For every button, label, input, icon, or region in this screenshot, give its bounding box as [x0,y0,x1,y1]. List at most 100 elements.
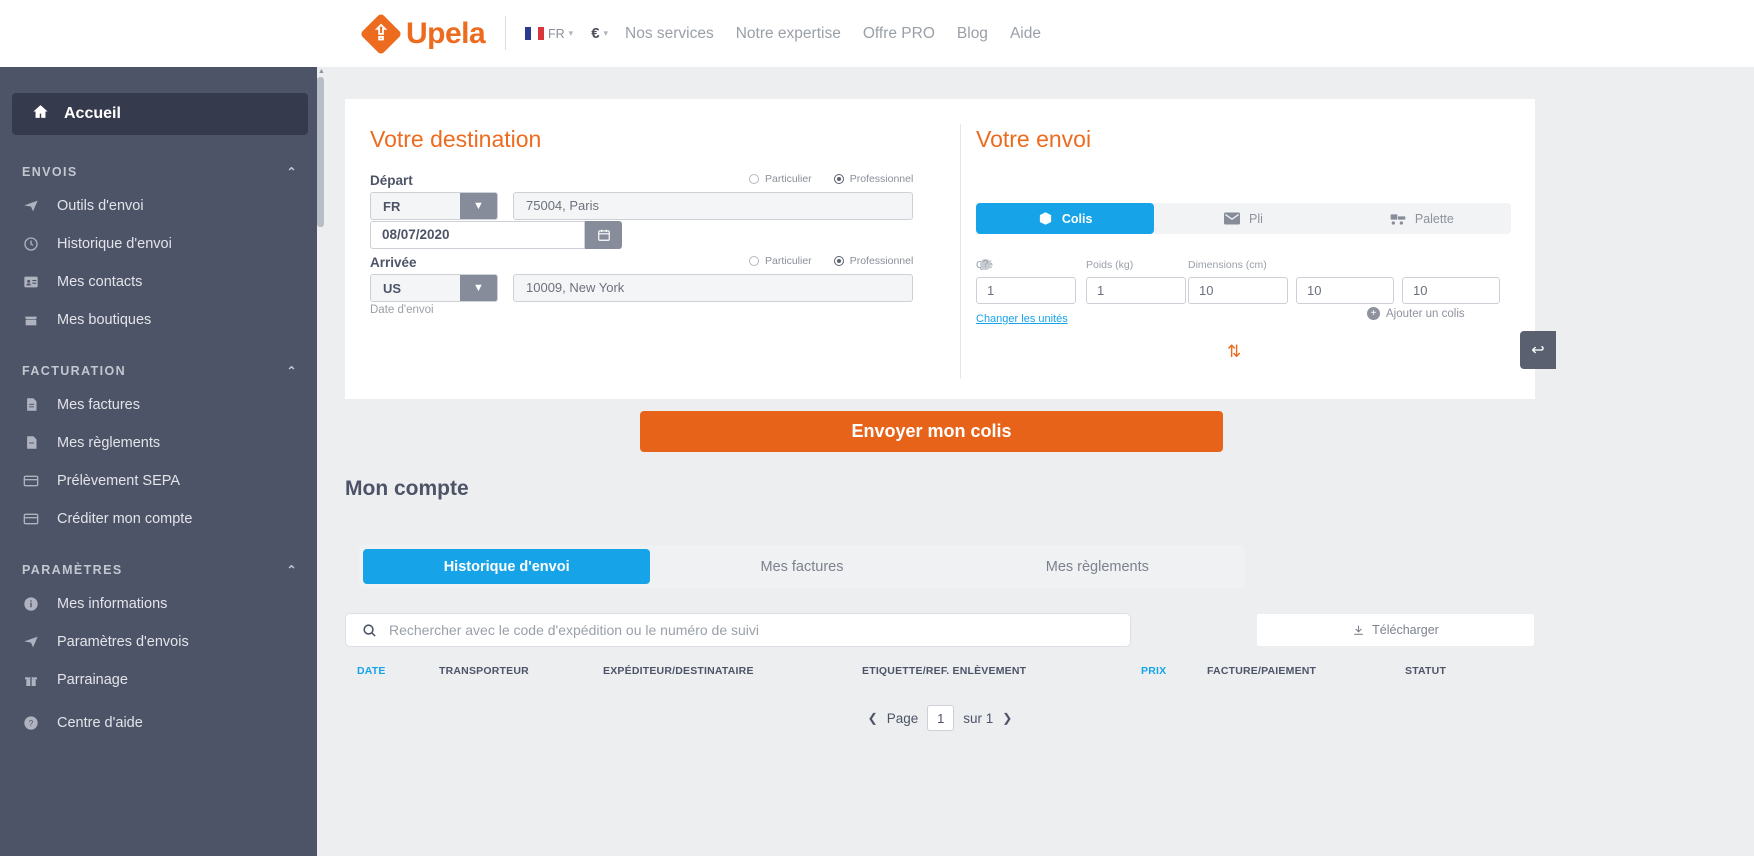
qte-input[interactable]: 1 [976,277,1076,304]
sidebar-item-label: Accueil [64,105,121,122]
tab-mes-factures[interactable]: Mes factures [658,549,945,584]
envelope-icon [1224,212,1241,225]
tab-mes-reglements[interactable]: Mes règlements [954,549,1241,584]
sidebar-item-parrainage[interactable]: Parrainage [0,665,320,694]
sidebar-item-historique-denvoi[interactable]: Historique d'envoi [0,229,320,258]
main-navigation: Nos services Notre expertise Offre PRO B… [625,25,1041,43]
column-facture-paiement[interactable]: FACTURE/PAIEMENT [1207,665,1316,677]
poids-label: Poids (kg) [1086,259,1134,271]
nav-aide[interactable]: Aide [1010,25,1041,43]
swap-vertical-icon[interactable]: ⇅ [1227,342,1241,362]
top-header: ⇪ Upela FR ▾ € ▾ Nos services Notre expe… [0,0,1754,67]
arrivee-radio-particulier[interactable]: Particulier [749,255,812,267]
invoice-icon [22,396,40,414]
contacts-icon [22,273,40,291]
dimensions-label: Dimensions (cm) [1188,259,1267,271]
sidebar-item-mes-reglements[interactable]: Mes règlements [0,428,320,457]
sidebar-item-centre-daide[interactable]: ? Centre d'aide [0,708,320,737]
column-date[interactable]: DATE [357,665,386,677]
send-parcel-button[interactable]: Envoyer mon colis [640,411,1223,452]
arrivee-radio-professionnel[interactable]: Professionnel [833,255,913,267]
arrivee-type-radios: Particulier Professionnel [749,255,913,267]
currency-selector[interactable]: € ▾ [591,25,608,42]
tab-historique-denvoi[interactable]: Historique d'envoi [363,549,651,584]
search-icon [362,623,377,638]
home-icon [32,103,49,125]
plus-icon: + [1367,307,1380,320]
column-prix[interactable]: PRIX [1141,665,1166,677]
tab-label: Colis [1061,211,1093,226]
chevron-up-icon: ⌃ [286,165,298,179]
locale-group: FR ▾ € ▾ [525,25,608,42]
page-number-input[interactable]: 1 [927,705,955,731]
tab-label: Pli [1249,211,1263,226]
tab-pli[interactable]: Pli [1154,203,1332,234]
sidebar-item-mes-boutiques[interactable]: Mes boutiques [0,305,320,334]
sidebar-item-mes-factures[interactable]: Mes factures [0,390,320,419]
sidebar-group-envois[interactable]: ENVOIS ⌃ [0,157,320,187]
sidebar-item-label: Outils d'envoi [57,197,144,214]
nav-blog[interactable]: Blog [957,25,988,43]
chevron-down-icon: ▼ [460,275,497,301]
tab-palette[interactable]: Palette [1333,203,1511,234]
panel-divider [960,124,961,379]
sidebar-group-parametres[interactable]: PARAMÈTRES ⌃ [0,555,320,585]
download-label: Télécharger [1372,623,1439,637]
nav-offre-pro[interactable]: Offre PRO [863,25,935,43]
column-transporteur[interactable]: TRANSPORTEUR [439,665,529,677]
poids-input[interactable]: 1 [1086,277,1186,304]
card-icon [22,510,40,528]
arrivee-city-input[interactable]: 10009, New York [513,274,913,302]
chevron-right-icon[interactable]: ❯ [1002,711,1012,725]
change-units-link[interactable]: Changer les unités [976,313,1068,325]
brand-name: Upela [406,16,486,50]
download-button[interactable]: Télécharger [1256,613,1535,647]
arrivee-country-value: US [383,280,402,296]
nav-notre-expertise[interactable]: Notre expertise [736,25,841,43]
tab-colis[interactable]: Colis [976,203,1155,234]
arrivee-country-select[interactable]: US ▼ [370,274,498,302]
column-statut[interactable]: STATUT [1405,665,1446,677]
date-envoi-input[interactable]: 08/07/2020 [370,221,585,249]
column-expediteur-destinataire[interactable]: EXPÉDITEUR/DESTINATAIRE [603,665,754,677]
dimension-height-input[interactable]: 10 [1402,277,1500,304]
column-etiquette-ref-enlevement[interactable]: ETIQUETTE/REF. ENLÈVEMENT [862,665,1026,677]
sidebar-scrollbar[interactable]: ▲ [317,67,325,856]
sidebar-item-prelevement-sepa[interactable]: Prélèvement SEPA [0,466,320,495]
account-tabs: Historique d'envoi Mes factures Mes règl… [359,545,1245,588]
sidebar-group-label: PARAMÈTRES [22,563,123,577]
parcel-type-tabs: Colis Pli Palette [976,203,1511,234]
shipping-form-card: Votre destination Départ Particulier Pro… [345,99,1535,399]
depart-type-radios: Particulier Professionnel [749,173,913,185]
currency-label: € [591,25,600,42]
sidebar-item-mes-informations[interactable]: Mes informations [0,589,320,618]
sidebar-item-label: Parrainage [57,671,128,688]
sidebar-item-mes-contacts[interactable]: Mes contacts [0,267,320,296]
sidebar-item-label: Mes boutiques [57,311,152,328]
dimension-length-input[interactable]: 10 [1188,277,1288,304]
undo-arrow-icon[interactable]: ↩ [1520,331,1556,369]
sidebar-item-label: Mes factures [57,396,140,413]
nav-nos-services[interactable]: Nos services [625,25,714,43]
sidebar-group-facturation[interactable]: FACTURATION ⌃ [0,356,320,386]
add-parcel-button[interactable]: + Ajouter un colis [1367,307,1465,320]
sidebar-item-crediter-mon-compte[interactable]: Créditer mon compte [0,504,320,533]
language-selector[interactable]: FR ▾ [525,27,573,41]
chevron-left-icon[interactable]: ❮ [868,711,878,725]
help-circle-icon[interactable]: ? [980,259,991,270]
depart-country-select[interactable]: FR ▼ [370,192,498,220]
depart-radio-particulier[interactable]: Particulier [749,173,812,185]
sidebar-item-label: Centre d'aide [57,714,143,731]
sidebar-list-envois: Outils d'envoi Historique d'envoi Mes co… [0,191,320,334]
page-total-label: sur 1 [963,710,994,726]
calendar-icon[interactable] [585,221,622,249]
dimension-width-input[interactable]: 10 [1296,277,1394,304]
sidebar-item-outils-denvoi[interactable]: Outils d'envoi [0,191,320,220]
depart-city-input[interactable]: 75004, Paris [513,192,913,220]
scrollbar-thumb[interactable] [317,77,324,227]
brand-logo[interactable]: ⇪ Upela [359,12,486,55]
depart-radio-professionnel[interactable]: Professionnel [833,173,913,185]
sidebar-item-accueil[interactable]: Accueil [12,93,308,135]
search-field[interactable]: Rechercher avec le code d'expédition ou … [345,613,1131,647]
sidebar-item-parametres-denvois[interactable]: Paramètres d'envois [0,627,320,656]
